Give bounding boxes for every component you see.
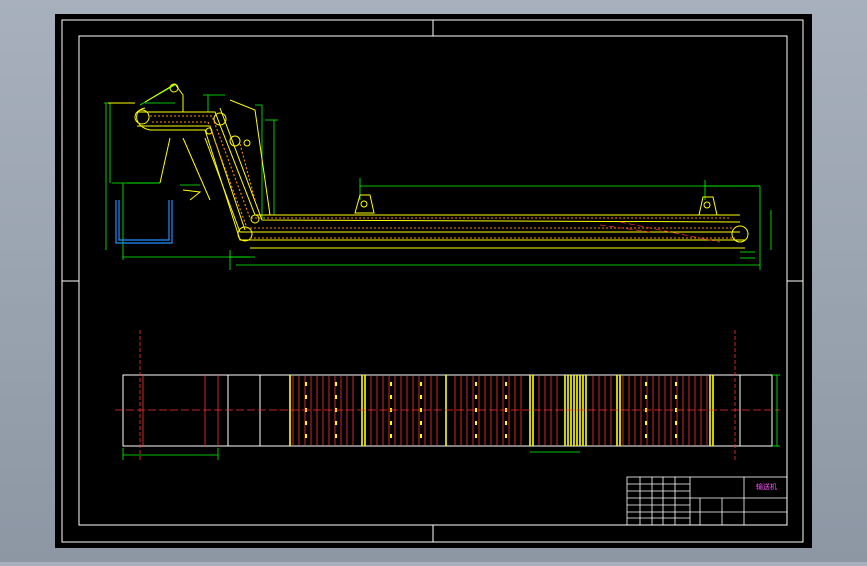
cad-drawing-viewport: 输送机 bbox=[0, 0, 867, 562]
drawing-sheet bbox=[55, 14, 812, 548]
drawing-title: 输送机 bbox=[756, 483, 777, 491]
cad-drawing-svg bbox=[55, 14, 812, 548]
